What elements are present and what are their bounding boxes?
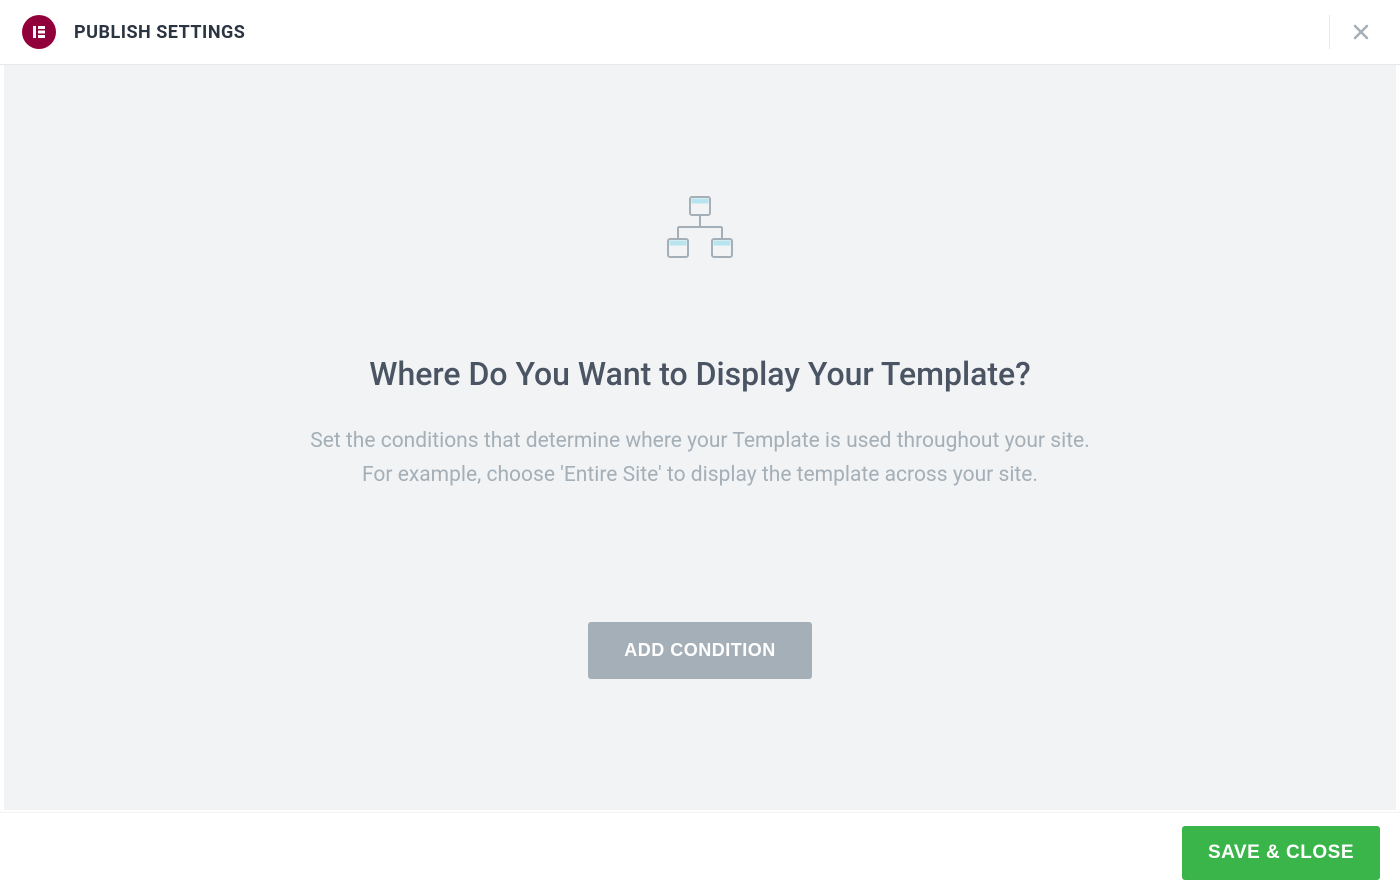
elementor-logo xyxy=(22,15,56,49)
close-button[interactable] xyxy=(1346,17,1376,47)
sitemap-icon xyxy=(664,195,736,265)
modal-header: PUBLISH SETTINGS xyxy=(0,0,1400,65)
elementor-logo-icon xyxy=(31,24,47,40)
modal-content: Where Do You Want to Display Your Templa… xyxy=(4,65,1396,810)
modal-footer: SAVE & CLOSE xyxy=(0,812,1400,892)
description-text: Set the conditions that determine where … xyxy=(310,425,1089,492)
description-line-2: For example, choose 'Entire Site' to dis… xyxy=(362,463,1038,487)
modal-title: PUBLISH SETTINGS xyxy=(74,22,245,43)
save-close-button[interactable]: SAVE & CLOSE xyxy=(1182,826,1380,880)
main-heading: Where Do You Want to Display Your Templa… xyxy=(369,355,1030,393)
add-condition-button[interactable]: ADD CONDITION xyxy=(588,622,812,679)
close-icon xyxy=(1351,22,1371,42)
header-divider xyxy=(1329,15,1330,49)
description-line-1: Set the conditions that determine where … xyxy=(310,429,1089,453)
